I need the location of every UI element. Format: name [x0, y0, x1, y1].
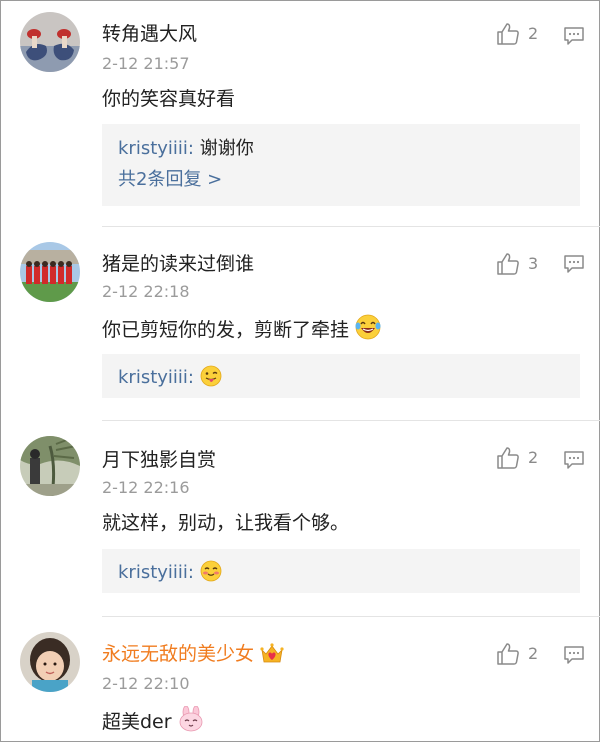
blushing-emoji: [200, 560, 222, 582]
divider: [102, 616, 600, 617]
reply-line: kristyiiii: 谢谢你: [118, 137, 254, 161]
reply-username[interactable]: kristyiiii: [118, 138, 188, 159]
like-count: 3: [528, 254, 539, 273]
comment-text: 你已剪短你的发，剪断了牵挂: [102, 319, 350, 341]
avatar[interactable]: [20, 242, 80, 302]
thumbs-up-icon: [497, 447, 519, 469]
username[interactable]: 月下独影自赏: [102, 448, 216, 472]
comment-text: 你的笑容真好看: [102, 88, 236, 110]
comment-text-row: 超美der: [102, 706, 204, 735]
comment-time: 2-12 22:16: [102, 478, 190, 497]
thumbs-up-icon: [497, 23, 519, 45]
avatar[interactable]: [20, 12, 80, 72]
reply-username[interactable]: kristyiiii: [118, 367, 188, 388]
like-button[interactable]: 3: [496, 252, 556, 278]
reply-preview[interactable]: kristyiiii:: [102, 354, 580, 398]
thumbs-up-icon: [497, 253, 519, 275]
like-count: 2: [528, 644, 539, 663]
comment-text: 超美der: [102, 711, 172, 733]
comment-time: 2-12 21:57: [102, 54, 190, 73]
laughing-tears-emoji: [355, 314, 381, 340]
comment-bubble-icon: [564, 646, 584, 664]
avatar[interactable]: [20, 436, 80, 496]
comment-text: 就这样，别动，让我看个够。: [102, 512, 350, 534]
like-button[interactable]: 2: [496, 22, 556, 48]
reply-username[interactable]: kristyiiii: [118, 562, 188, 583]
pink-bunny-emoji: [179, 706, 203, 732]
reply-line: kristyiiii:: [118, 365, 222, 390]
reply-colon: :: [187, 367, 194, 388]
comment-bubble-icon: [564, 27, 584, 45]
comment-time: 2-12 22:18: [102, 282, 190, 301]
username-row: 永远无敌的美少女: [102, 642, 284, 666]
like-count: 2: [528, 448, 539, 467]
reply-button[interactable]: [562, 643, 586, 667]
comment-bubble-icon: [564, 255, 584, 273]
reply-preview[interactable]: kristyiiii:: [102, 549, 580, 593]
reply-text: 谢谢你: [199, 138, 254, 159]
like-button[interactable]: 2: [496, 642, 556, 668]
like-button[interactable]: 2: [496, 446, 556, 472]
tongue-wink-emoji: [200, 365, 222, 387]
username[interactable]: 永远无敌的美少女: [102, 643, 254, 665]
reply-colon: :: [187, 562, 194, 583]
avatar[interactable]: [20, 632, 80, 692]
username[interactable]: 转角遇大风: [102, 22, 197, 46]
thumbs-up-icon: [497, 643, 519, 665]
comment-time: 2-12 22:10: [102, 674, 190, 693]
reply-button[interactable]: [562, 24, 586, 48]
like-count: 2: [528, 24, 539, 43]
comment-text-row: 你已剪短你的发，剪断了牵挂: [102, 314, 381, 343]
reply-line: kristyiiii:: [118, 560, 222, 585]
reply-button[interactable]: [562, 448, 586, 472]
more-replies-link[interactable]: 共2条回复 >: [118, 168, 222, 192]
reply-preview[interactable]: kristyiiii: 谢谢你 共2条回复 >: [102, 124, 580, 206]
divider: [102, 420, 600, 421]
divider: [102, 226, 600, 227]
username[interactable]: 猪是的读来过倒谁: [102, 252, 254, 276]
reply-colon: :: [187, 138, 194, 159]
crown-heart-badge-icon: [260, 643, 284, 663]
reply-button[interactable]: [562, 252, 586, 276]
comment-bubble-icon: [564, 451, 584, 469]
